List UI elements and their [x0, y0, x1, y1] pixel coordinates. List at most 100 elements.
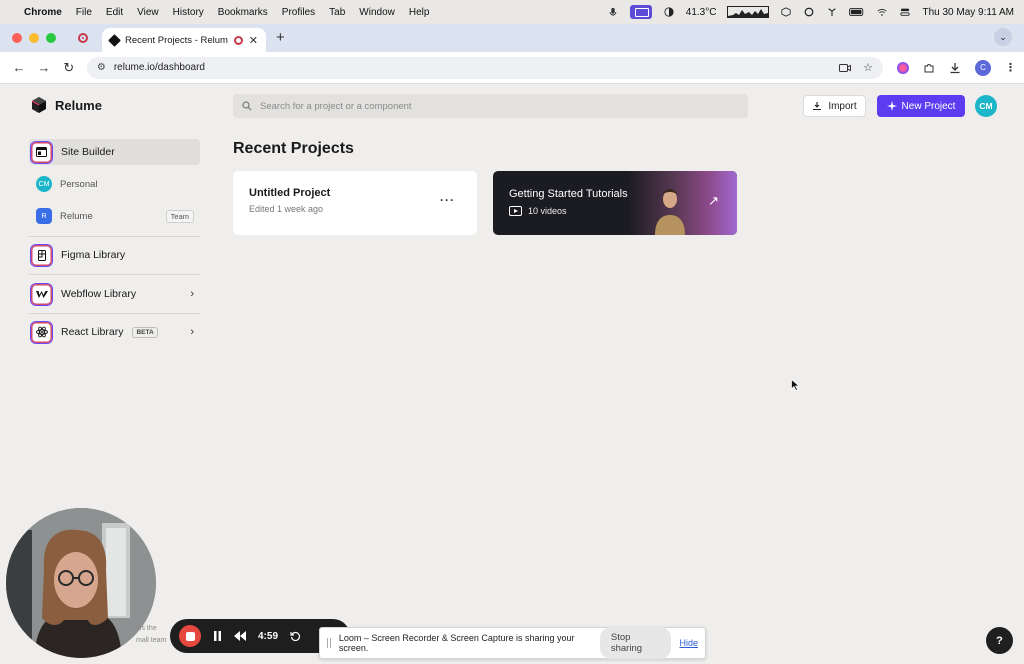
- menu-view[interactable]: View: [137, 7, 159, 18]
- webcam-feed: [6, 508, 156, 658]
- webcam-bubble[interactable]: [6, 508, 156, 658]
- close-tab-icon[interactable]: ✕: [249, 34, 258, 47]
- pause-icon[interactable]: [213, 631, 222, 641]
- workspace-label: Personal: [60, 178, 98, 190]
- relume-extension-icon[interactable]: [897, 61, 910, 74]
- sidebar-divider: [29, 313, 200, 314]
- chevron-right-icon: ›: [190, 288, 194, 300]
- sidebar-item-site-builder[interactable]: Site Builder: [29, 139, 200, 165]
- avatar: CM: [36, 176, 52, 192]
- extensions-puzzle-icon[interactable]: [923, 62, 935, 74]
- sidebar-item-label: Figma Library: [61, 249, 126, 261]
- stop-recording-button[interactable]: [179, 625, 201, 647]
- user-avatar[interactable]: CM: [975, 95, 997, 117]
- brand-name: Relume: [55, 97, 102, 113]
- reload-button[interactable]: ↻: [58, 60, 80, 76]
- react-icon: [31, 321, 52, 343]
- activity-graph-icon: [727, 6, 770, 18]
- browser-toolbar: ← → ↻ ⚙ relume.io/dashboard ☆ C ⋮: [0, 52, 1024, 84]
- close-window-button[interactable]: [12, 33, 22, 43]
- site-info-icon[interactable]: ⚙: [97, 62, 106, 73]
- hide-link[interactable]: Hide: [679, 638, 698, 648]
- project-meta: Edited 1 week ago: [249, 204, 324, 214]
- chrome-menu-icon[interactable]: ⋮: [1005, 61, 1016, 74]
- relume-favicon-icon: [108, 33, 121, 47]
- search-placeholder: Search for a project or a component: [260, 100, 412, 112]
- menu-app-name[interactable]: Chrome: [24, 7, 62, 18]
- menu-tab[interactable]: Tab: [329, 7, 345, 18]
- help-button[interactable]: ?: [986, 627, 1013, 654]
- partial-text: ins the: [136, 625, 157, 632]
- box-icon[interactable]: [780, 7, 792, 17]
- tutorials-title: Getting Started Tutorials: [509, 188, 628, 200]
- workspace-relume[interactable]: R Relume Team: [36, 207, 194, 225]
- new-project-label: New Project: [901, 100, 956, 112]
- import-button[interactable]: Import: [803, 95, 866, 117]
- avatar: R: [36, 208, 52, 224]
- macos-menu-bar: Chrome File Edit View History Bookmarks …: [0, 0, 1024, 24]
- screen-record-icon[interactable]: [629, 5, 652, 19]
- antenna-icon[interactable]: [826, 7, 838, 17]
- mouse-cursor-icon: [791, 379, 800, 391]
- pinned-recording-tab-icon[interactable]: [78, 33, 88, 43]
- sidebar-item-webflow-library[interactable]: Webflow Library ›: [29, 281, 200, 307]
- clock[interactable]: Thu 30 May 9:11 AM: [922, 7, 1014, 18]
- menu-history[interactable]: History: [173, 7, 204, 18]
- search-icon: [242, 101, 252, 111]
- sidebar-item-label: Webflow Library: [61, 288, 137, 300]
- bookmark-star-icon[interactable]: ☆: [863, 61, 873, 74]
- url-text[interactable]: relume.io/dashboard: [114, 62, 827, 73]
- menu-profiles[interactable]: Profiles: [282, 7, 315, 18]
- video-count: 10 videos: [528, 206, 567, 216]
- battery-icon[interactable]: [849, 7, 865, 17]
- sidebar-item-react-library[interactable]: React Library BETA ›: [29, 319, 200, 345]
- figma-icon: [31, 244, 52, 266]
- sharing-message: Loom – Screen Recorder & Screen Capture …: [338, 633, 575, 653]
- import-label: Import: [828, 100, 857, 112]
- menu-file[interactable]: File: [76, 7, 92, 18]
- tutorials-card[interactable]: Getting Started Tutorials 10 videos ↗: [493, 171, 737, 235]
- minimize-window-button[interactable]: [29, 33, 39, 43]
- team-badge: Team: [165, 209, 194, 223]
- tab-title: Recent Projects - Relume: [125, 34, 228, 46]
- sidebar-item-label: React Library: [61, 326, 124, 338]
- maximize-window-button[interactable]: [46, 33, 56, 43]
- sync-icon[interactable]: [803, 7, 815, 17]
- control-center-icon[interactable]: [899, 7, 911, 17]
- stop-sharing-button[interactable]: Stop sharing: [599, 627, 672, 659]
- project-card[interactable]: Untitled Project Edited 1 week ago ···: [233, 171, 477, 235]
- rewind-icon[interactable]: [234, 631, 246, 641]
- sparkle-icon: [886, 101, 897, 111]
- menu-edit[interactable]: Edit: [106, 7, 123, 18]
- menu-help[interactable]: Help: [409, 7, 430, 18]
- presenter-thumbnail: [655, 189, 685, 235]
- forward-button[interactable]: →: [33, 60, 55, 75]
- drag-handle-icon[interactable]: [327, 638, 331, 648]
- search-input[interactable]: Search for a project or a component: [233, 94, 748, 118]
- more-options-icon[interactable]: ···: [440, 193, 455, 207]
- screen-sharing-banner: Loom – Screen Recorder & Screen Capture …: [319, 627, 706, 659]
- restart-icon[interactable]: [290, 631, 301, 642]
- workspace-personal[interactable]: CM Personal: [36, 175, 194, 193]
- browser-tab-active[interactable]: Recent Projects - Relume ✕: [102, 28, 266, 52]
- back-button[interactable]: ←: [8, 60, 30, 75]
- microphone-icon[interactable]: [607, 7, 619, 17]
- tab-search-button[interactable]: ⌄: [994, 28, 1012, 46]
- camera-icon[interactable]: [839, 63, 852, 73]
- browser-tab-strip: Recent Projects - Relume ✕ + ⌄: [0, 24, 1024, 52]
- new-project-button[interactable]: New Project: [877, 95, 965, 117]
- new-tab-button[interactable]: +: [276, 29, 285, 46]
- play-icon: [509, 206, 522, 216]
- relume-logo[interactable]: Relume: [30, 96, 102, 114]
- chrome-profile-avatar[interactable]: C: [975, 59, 992, 76]
- tutorials-count: 10 videos: [509, 206, 567, 216]
- download-icon[interactable]: [949, 62, 961, 74]
- address-bar[interactable]: ⚙ relume.io/dashboard ☆: [86, 56, 884, 79]
- tab-recording-icon: [233, 35, 243, 45]
- sidebar-item-figma-library[interactable]: Figma Library: [29, 242, 200, 268]
- menu-bookmarks[interactable]: Bookmarks: [218, 7, 268, 18]
- wifi-icon[interactable]: [876, 7, 888, 17]
- menu-window[interactable]: Window: [359, 7, 395, 18]
- pie-status-icon[interactable]: [663, 7, 675, 17]
- relume-cube-icon: [31, 97, 46, 113]
